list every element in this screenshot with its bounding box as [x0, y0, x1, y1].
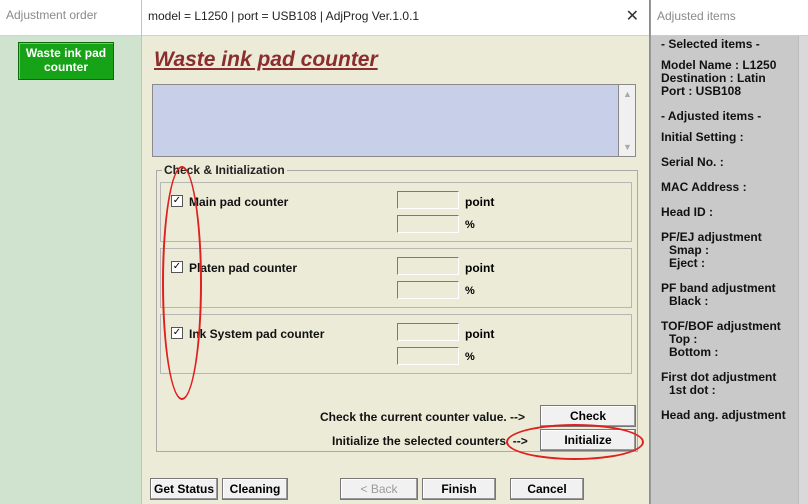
initialize-instruction: Initialize the selected counters. -->	[332, 434, 528, 448]
finish-button[interactable]: Finish	[422, 478, 496, 500]
ink-system-pad-point-unit: point	[465, 327, 495, 341]
main-pad-point-unit: point	[465, 195, 495, 209]
initial-setting: Initial Setting :	[661, 130, 744, 144]
platen-pad-point-unit: point	[465, 261, 495, 275]
platen-pad-label: Platen pad counter	[189, 261, 298, 275]
ink-system-pad-percent-unit: %	[465, 351, 475, 363]
adjusted-heading: - Adjusted items -	[661, 109, 762, 123]
close-icon[interactable]: ✕	[626, 6, 639, 26]
main-pad-percent-unit: %	[465, 219, 475, 231]
get-status-button[interactable]: Get Status	[150, 478, 218, 500]
head-ang-adjustment: Head ang. adjustment	[661, 408, 786, 422]
ink-system-pad-percent-field	[397, 347, 459, 365]
app-root: Adjustment order Waste ink pad counter m…	[0, 0, 808, 504]
serial-no: Serial No. :	[661, 155, 724, 169]
adjustment-order-panel: Adjustment order Waste ink pad counter	[0, 0, 142, 504]
ink-system-pad-point-field	[397, 323, 459, 341]
page-title: Waste ink pad counter	[154, 48, 378, 71]
scroll-up-icon[interactable]: ▲	[623, 89, 632, 99]
platen-pad-checkbox[interactable]: ✓	[171, 261, 183, 273]
cleaning-button[interactable]: Cleaning	[222, 478, 288, 500]
window-titlebar: model = L1250 | port = USB108 | AdjProg …	[142, 0, 649, 36]
adjusted-items-list: - Selected items - Model Name : L1250 De…	[661, 38, 801, 422]
main-pad-counter-row: ✓ Main pad counter point %	[160, 182, 632, 242]
main-pad-point-field	[397, 191, 459, 209]
adjusted-items-header: Adjusted items	[651, 0, 808, 36]
adjusted-items-scrollbar[interactable]	[798, 36, 808, 504]
first-dot-value: 1st dot :	[669, 383, 716, 397]
window-title: model = L1250 | port = USB108 | AdjProg …	[148, 9, 420, 23]
platen-pad-counter-row: ✓ Platen pad counter point %	[160, 248, 632, 308]
adjustment-order-header: Adjustment order	[0, 0, 141, 36]
ink-system-pad-label: Ink System pad counter	[189, 327, 325, 341]
ink-system-pad-checkbox[interactable]: ✓	[171, 327, 183, 339]
check-button[interactable]: Check	[540, 405, 636, 427]
message-scrollbar[interactable]: ▲ ▼	[618, 84, 636, 157]
black: Black :	[669, 294, 709, 308]
bottom: Bottom :	[669, 345, 719, 359]
scroll-down-icon[interactable]: ▼	[623, 142, 632, 152]
back-button[interactable]: < Back	[340, 478, 418, 500]
platen-pad-percent-field	[397, 281, 459, 299]
waste-ink-pad-counter-item[interactable]: Waste ink pad counter	[18, 42, 114, 80]
selected-heading: - Selected items -	[661, 37, 760, 51]
main-pad-label: Main pad counter	[189, 195, 289, 209]
check-init-group-title: Check & Initialization	[162, 163, 287, 177]
main-pad-percent-field	[397, 215, 459, 233]
main-pad-checkbox[interactable]: ✓	[171, 195, 183, 207]
cancel-button[interactable]: Cancel	[510, 478, 584, 500]
port: Port : USB108	[661, 84, 742, 98]
platen-pad-percent-unit: %	[465, 285, 475, 297]
main-window: model = L1250 | port = USB108 | AdjProg …	[142, 0, 650, 504]
mac-address: MAC Address :	[661, 180, 747, 194]
platen-pad-point-field	[397, 257, 459, 275]
ink-system-pad-counter-row: ✓ Ink System pad counter point %	[160, 314, 632, 374]
adjusted-items-panel: Adjusted items - Selected items - Model …	[650, 0, 808, 504]
check-instruction: Check the current counter value. -->	[320, 410, 526, 424]
eject: Eject :	[669, 256, 706, 270]
head-id: Head ID :	[661, 205, 714, 219]
initialize-button[interactable]: Initialize	[540, 429, 636, 451]
message-box	[152, 84, 630, 157]
